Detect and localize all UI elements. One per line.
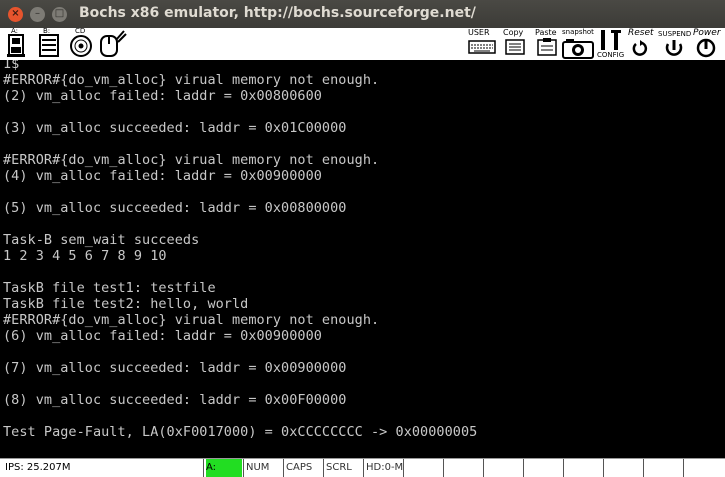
console-line: TaskB file test1: testfile (3, 280, 216, 296)
floppy-b-icon (39, 34, 59, 57)
status-slot-2 (443, 459, 483, 477)
config-button[interactable]: CONFIG (597, 28, 625, 59)
status-bar: IPS: 25.207M A: NUM CAPS SCRL HD:0-M (0, 458, 725, 477)
floppy-a-icon (7, 34, 25, 57)
console-line: Test Page-Fault, LA(0xF0017000) = 0xCCCC… (3, 424, 478, 440)
floppy-a-status: A: (203, 459, 243, 477)
power-button[interactable]: Power (693, 28, 723, 59)
caps-lock-indicator: CAPS (283, 459, 323, 477)
suspend-icon (665, 40, 683, 56)
user-label: USER (468, 28, 490, 37)
reset-icon (632, 40, 648, 56)
user-button[interactable]: USER (468, 28, 498, 59)
console-line: #ERROR#{do_vm_alloc} virual memory not e… (3, 72, 380, 88)
snapshot-label: snapshot (562, 28, 594, 36)
config-label: CONFIG (597, 51, 625, 59)
mouse-capture-button[interactable] (98, 28, 128, 59)
paste-button[interactable]: Paste (535, 28, 561, 59)
reset-button[interactable]: Reset (628, 28, 656, 59)
mouse-icon (100, 30, 127, 57)
suspend-button[interactable]: SUSPEND (658, 28, 692, 59)
console-line: (3) vm_alloc succeeded: laddr = 0x01C000… (3, 120, 347, 136)
status-slot-7 (643, 459, 683, 477)
close-window-button[interactable]: × (8, 7, 23, 22)
cdrom-button[interactable]: CD (68, 27, 96, 59)
paste-label: Paste (535, 28, 557, 37)
keyboard-icon (468, 40, 496, 54)
status-slot-4 (523, 459, 563, 477)
status-slot-3 (483, 459, 523, 477)
copy-label: Copy (503, 28, 524, 37)
ips-indicator: IPS: 25.207M (5, 462, 71, 473)
maximize-window-button[interactable]: □ (52, 7, 67, 22)
console-line: 1 2 3 4 5 6 7 8 9 10 (3, 248, 167, 264)
copy-icon (505, 39, 525, 55)
console-line: (7) vm_alloc succeeded: laddr = 0x009000… (3, 360, 347, 376)
bochs-toolbar: A: B: CD USER Copy Paste snapshot CONFIG… (0, 27, 725, 60)
console-line: TaskB file test2: hello, world (3, 296, 249, 312)
scroll-lock-indicator: SCRL (323, 459, 363, 477)
reset-label: Reset (628, 28, 654, 38)
console-line: (8) vm_alloc succeeded: laddr = 0x00F000… (3, 392, 347, 408)
hd-indicator: HD:0-M (363, 459, 403, 477)
status-slot-6 (603, 459, 643, 477)
floppy-a-button[interactable]: A: (4, 27, 32, 59)
console-line: #ERROR#{do_vm_alloc} virual memory not e… (3, 312, 380, 328)
status-slot-1 (403, 459, 443, 477)
floppy-a-status-label: A: (206, 459, 242, 477)
paste-icon (537, 38, 557, 56)
copy-button[interactable]: Copy (503, 28, 531, 59)
console-line: #ERROR#{do_vm_alloc} virual memory not e… (3, 152, 380, 168)
window-titlebar: × – □ Bochs x86 emulator, http://bochs.s… (0, 0, 725, 28)
console-line: (2) vm_alloc failed: laddr = 0x00800600 (3, 88, 322, 104)
console-line: (6) vm_alloc failed: laddr = 0x00900000 (3, 328, 322, 344)
status-slot-8 (683, 459, 723, 477)
emulator-console[interactable]: 1$ #ERROR#{do_vm_alloc} virual memory not… (0, 60, 725, 458)
status-slot-5 (563, 459, 603, 477)
suspend-label: SUSPEND (658, 30, 692, 38)
power-label: Power (693, 28, 721, 38)
cdrom-icon (70, 35, 92, 57)
console-line: (4) vm_alloc failed: laddr = 0x00900000 (3, 168, 322, 184)
window-title: Bochs x86 emulator, http://bochs.sourcef… (79, 5, 476, 21)
num-lock-indicator: NUM (243, 459, 283, 477)
snapshot-button[interactable]: snapshot (562, 28, 596, 59)
camera-icon (562, 39, 594, 59)
power-icon (696, 38, 716, 58)
console-line: Task-B sem_wait succeeds (3, 232, 200, 248)
console-line: (5) vm_alloc succeeded: laddr = 0x008000… (3, 200, 347, 216)
wrench-icon (601, 30, 621, 50)
floppy-b-button[interactable]: B: (36, 27, 64, 59)
minimize-window-button[interactable]: – (30, 7, 45, 22)
console-line: 1$ (3, 60, 20, 72)
